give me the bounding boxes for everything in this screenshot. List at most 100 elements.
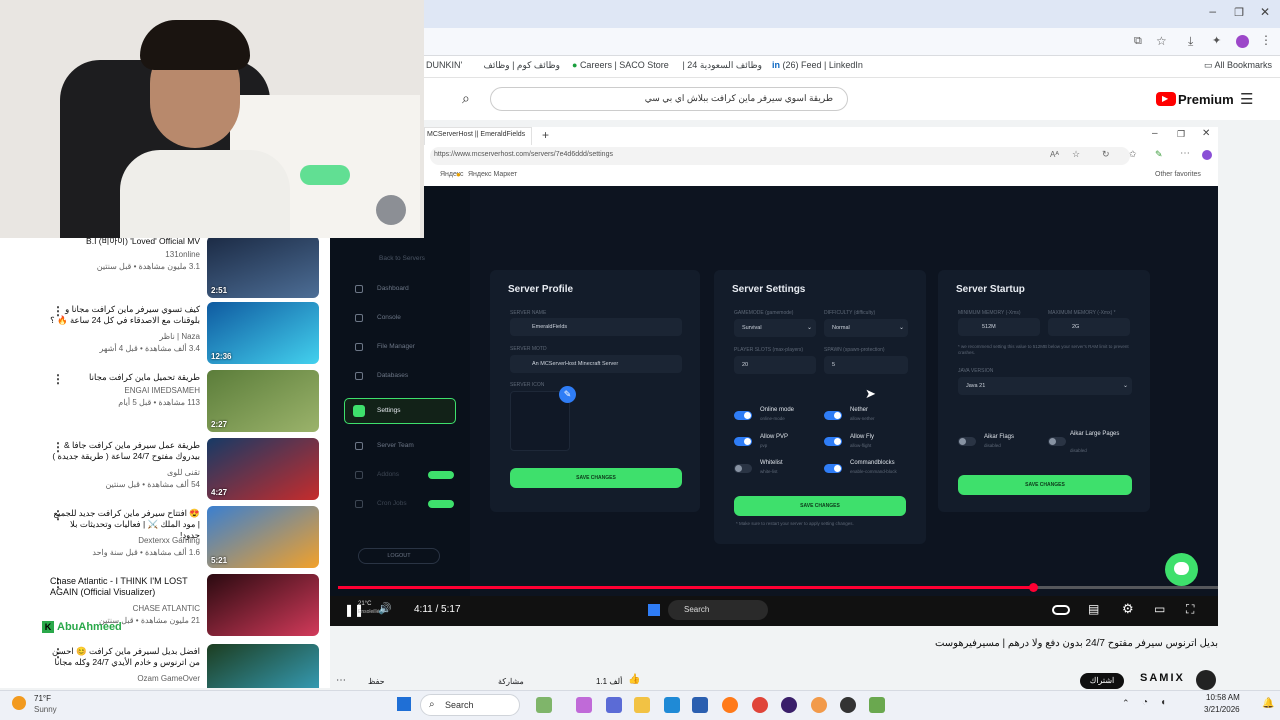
min-memory-input[interactable]: 512M <box>958 318 1040 336</box>
nav-server-team[interactable]: Server Team <box>353 438 463 454</box>
list-item[interactable]: 2:51 B.I (비아이) 'Loved' Official MV 131on… <box>0 236 330 300</box>
bookmark-item[interactable]: DUNKIN' <box>426 60 462 74</box>
extension-icon[interactable]: ✎ <box>1155 149 1163 160</box>
online-mode-toggle[interactable] <box>734 411 752 420</box>
channel-name[interactable]: SAMIX <box>1140 672 1185 684</box>
list-item[interactable]: 2:27 ⋮ طريقة تحميل ماين كرافت مجانا ENGA… <box>0 370 330 434</box>
bookmark-item[interactable]: وظائف السعودية 24 | <box>672 60 762 74</box>
settings-save-button[interactable]: SAVE CHANGES <box>734 496 906 516</box>
aikar-flags-toggle[interactable] <box>958 437 976 446</box>
like-count[interactable]: 1.1 ألف <box>596 677 622 686</box>
copilot-icon[interactable] <box>576 697 592 713</box>
nether-toggle[interactable] <box>824 411 842 420</box>
search-icon[interactable]: ⌕ <box>462 90 470 107</box>
minecraft-icon[interactable] <box>869 697 885 713</box>
chrome-icon[interactable] <box>752 697 768 713</box>
windows-start-icon[interactable] <box>397 697 411 711</box>
slots-input[interactable]: 20 <box>734 356 816 374</box>
profile-save-button[interactable]: SAVE CHANGES <box>510 468 682 488</box>
download-icon[interactable]: ⤓ <box>1188 34 1193 49</box>
taskbar-search[interactable]: ⌕ Search <box>420 694 520 716</box>
logout-button[interactable]: LOGOUT <box>358 548 440 564</box>
hamburger-icon[interactable]: ☰ <box>1240 90 1253 108</box>
obs-icon[interactable] <box>840 697 856 713</box>
nav-console[interactable]: Console <box>353 310 463 326</box>
subscribe-button[interactable]: اشتراك <box>1080 673 1124 689</box>
fullscreen-icon[interactable]: ⛶ <box>1186 602 1194 617</box>
nav-settings[interactable]: Settings <box>344 398 456 424</box>
nav-file-manager[interactable]: File Manager <box>353 339 463 355</box>
inner-restore-icon[interactable]: ❐ <box>1177 129 1185 140</box>
more-actions-icon[interactable]: ⋯ <box>336 675 346 686</box>
inner-minimize-icon[interactable]: – <box>1152 128 1158 139</box>
edge-icon[interactable] <box>664 697 680 713</box>
all-bookmarks[interactable]: ▭ All Bookmarks <box>1204 60 1272 74</box>
volume-icon[interactable]: ◖ <box>1160 697 1166 708</box>
star-icon[interactable]: ☆ <box>1156 34 1167 48</box>
settings-gear-icon[interactable]: ⚙ <box>1122 601 1134 617</box>
server-motd-input[interactable]: An MCServerHost Minecraft Server <box>510 355 682 373</box>
list-item[interactable]: 12:36 ⋮ كيف تسوي سيرفر ماين كرافت مجانا … <box>0 302 330 366</box>
other-favorites[interactable]: Other favorites <box>1155 171 1201 178</box>
subtitles-icon[interactable]: ▤ <box>1088 602 1099 616</box>
bookmark-item[interactable]: ● Careers | SACO Store <box>572 60 669 74</box>
notification-icon[interactable]: 🔔 <box>1262 698 1274 709</box>
menu-icon[interactable]: ⋮ <box>1260 33 1272 47</box>
refresh-icon[interactable]: ↻ <box>1102 149 1110 160</box>
widgets-icon[interactable] <box>536 697 552 713</box>
read-aloud-icon[interactable]: Aᴬ <box>1050 150 1059 159</box>
profile-avatar[interactable] <box>1236 35 1249 48</box>
startup-save-button[interactable]: SAVE CHANGES <box>958 475 1132 495</box>
minimize-icon[interactable]: – <box>1209 4 1216 18</box>
list-item[interactable]: 5:21 ⋮ 😍 افتتاح سيرفر ماين كرافت جديد لل… <box>0 506 330 570</box>
like-icon[interactable]: 👍 <box>628 674 640 685</box>
inner-address-bar[interactable]: https://www.mcserverhost.com/servers/7e4… <box>430 147 1130 165</box>
spawn-input[interactable]: 5 <box>824 356 908 374</box>
wifi-icon[interactable]: ◔ <box>1142 697 1148 708</box>
nav-dashboard[interactable]: Dashboard <box>353 281 463 297</box>
commandblocks-toggle[interactable] <box>824 464 842 473</box>
channel-avatar[interactable] <box>1196 670 1216 690</box>
app-icon[interactable] <box>781 697 797 713</box>
store-icon[interactable] <box>692 697 708 713</box>
copilot-icon[interactable] <box>1202 150 1212 160</box>
inner-bookmark-2[interactable]: Яндекс Маркет <box>468 171 517 178</box>
extensions-icon[interactable]: ✦ <box>1212 34 1221 47</box>
teams-icon[interactable] <box>606 697 622 713</box>
inner-close-icon[interactable]: ✕ <box>1202 128 1210 139</box>
list-item[interactable]: 4:27 ⋮ طريقة عمل سيرفر ماين كرافت جافا &… <box>0 438 330 502</box>
fly-toggle[interactable] <box>824 437 842 446</box>
file-explorer-icon[interactable] <box>634 697 650 713</box>
install-icon[interactable]: ⧉ <box>1134 35 1142 48</box>
list-item[interactable]: ⋮ افضل بديل لسيرفر ماين كرافت 😊 احسن من … <box>0 644 330 688</box>
volume-icon[interactable]: 🔊 <box>378 602 392 615</box>
whitelist-toggle[interactable] <box>734 464 752 473</box>
inner-tab[interactable]: MCServerHost || EmeraldFields <box>424 127 532 145</box>
close-icon[interactable]: ✕ <box>1260 5 1270 19</box>
restore-icon[interactable]: ❐ <box>1234 6 1244 19</box>
max-memory-input[interactable]: 2G <box>1048 318 1130 336</box>
new-tab-icon[interactable]: + <box>542 128 549 142</box>
firefox-icon[interactable] <box>722 697 738 713</box>
java-select[interactable]: Java 21 ⌄ <box>958 377 1132 395</box>
save-label[interactable]: حفظ <box>368 677 385 686</box>
aikar-pages-toggle[interactable] <box>1048 437 1066 446</box>
share-label[interactable]: مشاركة <box>498 677 524 686</box>
bookmark-item[interactable]: وظائف كوم | وظائف <box>470 60 561 74</box>
back-to-servers[interactable]: Back to Servers <box>353 251 463 267</box>
search-input[interactable]: طريقة اسوي سيرفر ماين كرافت ببلاش اي بي … <box>490 87 848 111</box>
server-name-input[interactable]: EmeraldFields <box>510 318 682 336</box>
nav-databases[interactable]: Databases <box>353 368 463 384</box>
more-icon[interactable]: ⋯ <box>1180 148 1190 159</box>
gamemode-select[interactable]: Survival ⌄ <box>734 319 816 337</box>
autoplay-toggle-icon[interactable] <box>1052 605 1070 615</box>
favorite-icon[interactable]: ☆ <box>1072 149 1080 160</box>
tray-chevron-icon[interactable]: ⌃ <box>1122 698 1130 709</box>
edit-icon[interactable]: ✎ <box>559 386 576 403</box>
bookmark-item[interactable]: in (26) Feed | LinkedIn <box>772 60 863 74</box>
collections-icon[interactable]: ✩ <box>1129 149 1137 160</box>
difficulty-select[interactable]: Normal ⌄ <box>824 319 908 337</box>
chrome-canary-icon[interactable] <box>811 697 827 713</box>
weather-icon[interactable] <box>12 696 26 710</box>
theater-icon[interactable]: ▭ <box>1154 602 1165 616</box>
